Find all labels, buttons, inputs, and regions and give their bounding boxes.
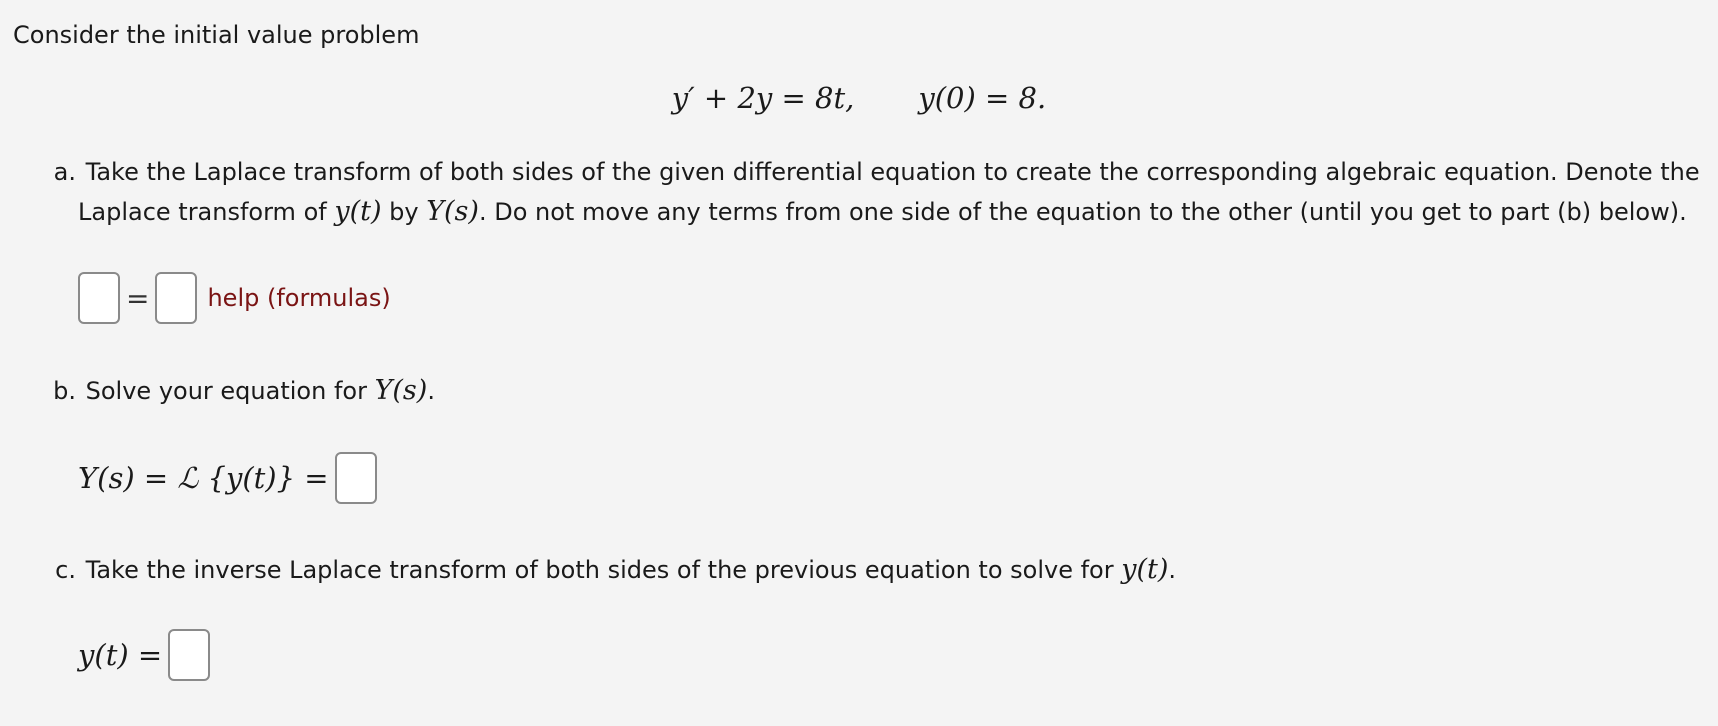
part-a-label: a. [53, 158, 76, 186]
initial-condition: y(0) = 8. [918, 81, 1047, 115]
ivp-equation: y′ + 2y = 8t, y(0) = 8. [0, 78, 1718, 118]
math-Y-of-s: Y(s) [374, 375, 428, 406]
part-c-text-post: . [1168, 556, 1177, 584]
equals-sign: = [126, 281, 150, 315]
part-b-label: b. [53, 377, 76, 405]
ode-equation: y′ + 2y = 8t, [671, 81, 855, 115]
help-formulas-link[interactable]: help (formulas) [207, 284, 390, 312]
part-a-rhs-input[interactable] [155, 272, 198, 324]
part-b-answer-lhs: Y(s) = ℒ {y(t)} = [78, 461, 329, 495]
part-a-text-line2-pre: Laplace transform of [78, 198, 335, 226]
part-c-answer-row: y(t) = [78, 629, 211, 681]
part-a-lhs-input[interactable] [78, 272, 120, 324]
part-c-answer-lhs: y(t) = [78, 638, 163, 672]
part-c-answer-input[interactable] [168, 629, 211, 681]
math-Y-of-s: Y(s) [426, 196, 479, 227]
math-y-of-t: y(t) [1121, 554, 1169, 585]
part-b-text-post: . [427, 377, 435, 405]
part-b-answer-row: Y(s) = ℒ {y(t)} = [78, 452, 377, 504]
part-a-text-line1: Take the Laplace transform of both sides… [85, 158, 1700, 186]
part-a-instructions: a. Take the Laplace transform of both si… [48, 152, 1718, 232]
problem-intro: Consider the initial value problem [13, 21, 420, 49]
part-c-text-pre: Take the inverse Laplace transform of bo… [85, 556, 1122, 584]
part-a-text-by: by [381, 198, 427, 226]
part-b-text-pre: Solve your equation for [85, 377, 375, 405]
part-a-answer-row: = help (formulas) [78, 272, 391, 324]
part-c-instructions: c. Take the inverse Laplace transform of… [48, 550, 1176, 590]
part-a-text-line2-post: . Do not move any terms from one side of… [478, 198, 1687, 226]
part-b-instructions: b. Solve your equation for Y(s). [48, 371, 435, 411]
part-c-label: c. [55, 556, 76, 584]
math-y-of-t: y(t) [334, 196, 382, 227]
part-b-answer-input[interactable] [334, 452, 377, 504]
